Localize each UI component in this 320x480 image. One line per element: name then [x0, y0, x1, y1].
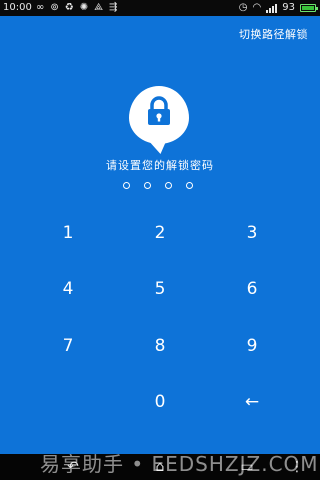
battery-text: 93: [282, 2, 295, 13]
battery-icon: [300, 4, 318, 12]
navigation-bar: ↶ ⌂ ▭ ⋮: [0, 454, 320, 480]
network-icon: ⟁: [94, 2, 104, 13]
key-0[interactable]: 0: [130, 382, 190, 422]
wifi-icon: ◠: [252, 2, 262, 13]
alarm-icon: ◷: [238, 2, 248, 13]
lock-badge: [129, 86, 189, 144]
back-icon[interactable]: ↶: [58, 454, 88, 480]
pin-indicator: [123, 182, 193, 189]
status-time: 10:00: [3, 2, 32, 13]
switch-to-pattern-link[interactable]: 切换路径解锁: [239, 26, 308, 42]
notification-icons: ∞ ⊚ ♻ ✺ ⟁ ⇶: [36, 0, 117, 16]
padlock-icon: [148, 96, 170, 125]
status-bar: 10:00 ∞ ⊚ ♻ ✺ ⟁ ⇶ ◷ ◠ 93: [0, 0, 320, 16]
key-9[interactable]: 9: [222, 326, 282, 366]
pin-prompt: 请设置您的解锁密码: [106, 159, 214, 172]
pin-dot: [165, 182, 172, 189]
recycle-icon: ♻: [64, 2, 74, 13]
system-icons: ◷ ◠ 93: [238, 0, 318, 16]
pin-dot: [186, 182, 193, 189]
key-6[interactable]: 6: [222, 269, 282, 309]
key-7[interactable]: 7: [38, 326, 98, 366]
swirl-icon: ✺: [79, 2, 89, 13]
pin-dot: [144, 182, 151, 189]
menu-icon[interactable]: ⋮: [282, 454, 312, 480]
infinity-icon: ∞: [36, 2, 45, 13]
pin-dot: [123, 182, 130, 189]
key-1[interactable]: 1: [38, 213, 98, 253]
key-8[interactable]: 8: [130, 326, 190, 366]
backspace-button[interactable]: ←: [222, 382, 282, 422]
recents-icon[interactable]: ▭: [232, 454, 262, 480]
usb-icon: ⇶: [109, 2, 118, 13]
key-2[interactable]: 2: [130, 213, 190, 253]
signal-icon: [266, 3, 278, 13]
key-3[interactable]: 3: [222, 213, 282, 253]
home-icon[interactable]: ⌂: [145, 454, 175, 480]
key-4[interactable]: 4: [38, 269, 98, 309]
key-5[interactable]: 5: [130, 269, 190, 309]
sync-icon: ⊚: [50, 2, 59, 13]
